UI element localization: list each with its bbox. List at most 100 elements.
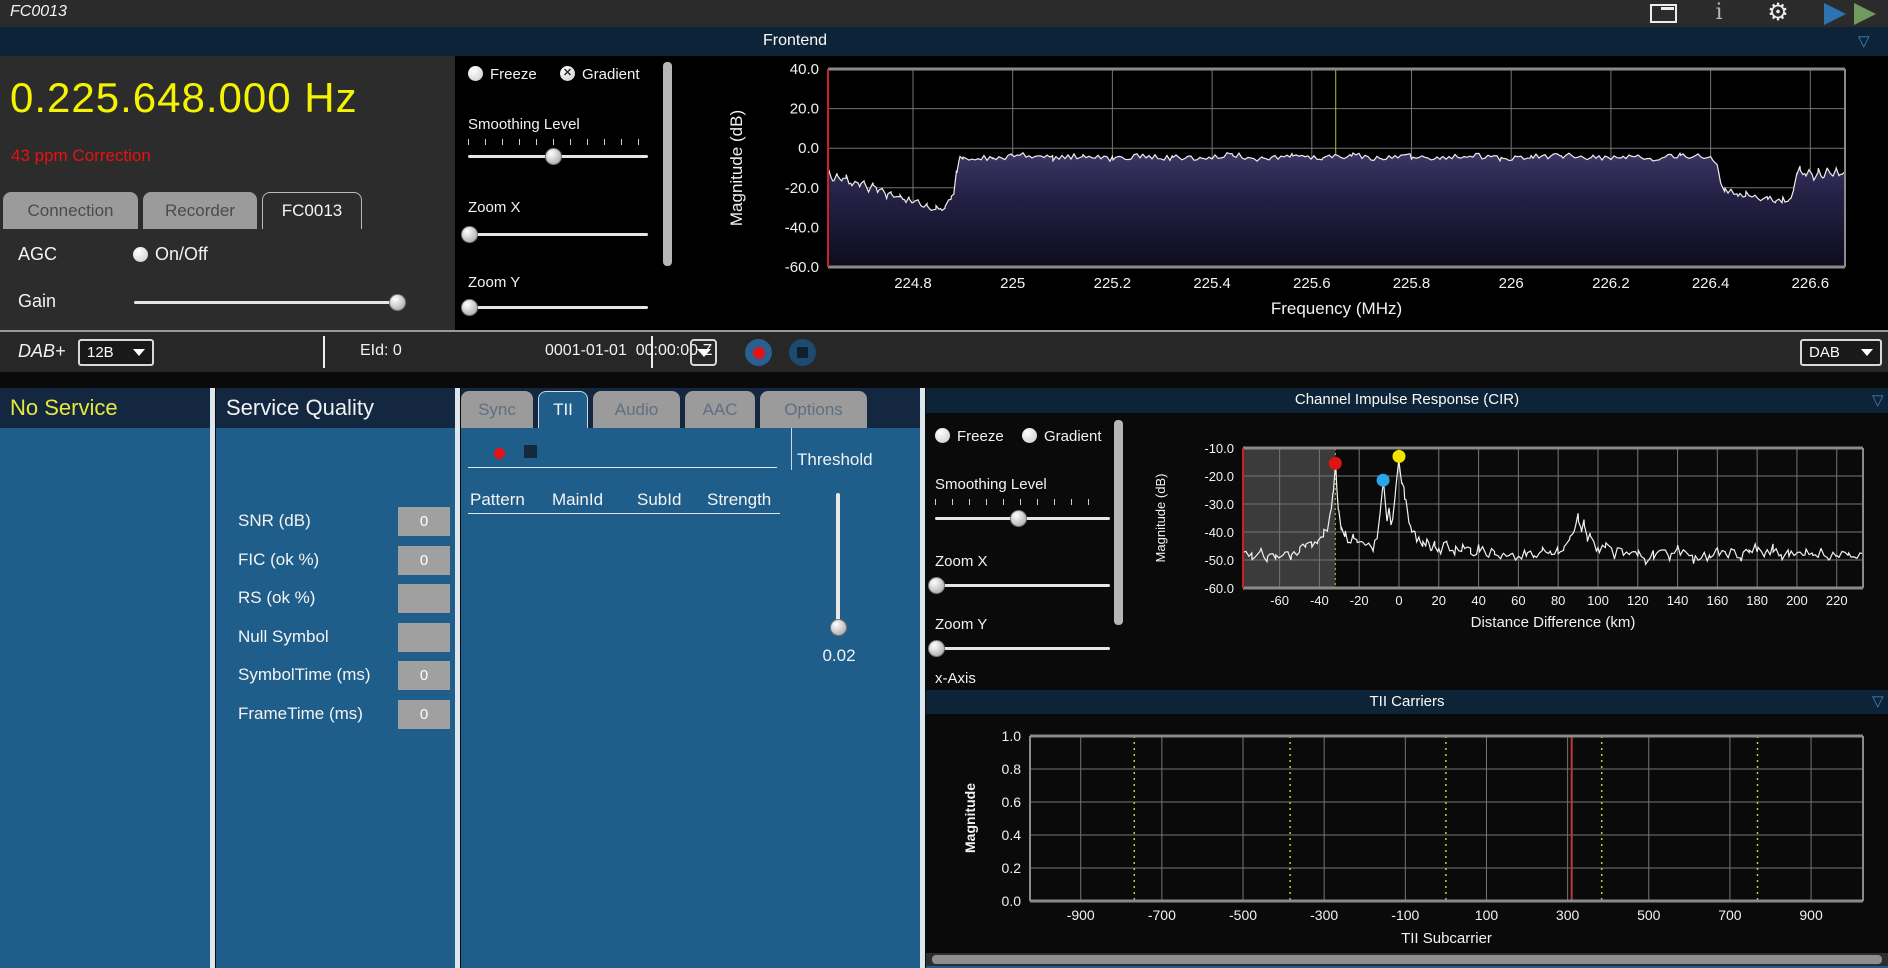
svg-text:-60: -60 — [1270, 593, 1289, 608]
ensemble-datetime: 0001-01-01 00:00:00 Z — [545, 342, 712, 360]
sq-value — [398, 584, 450, 613]
cir-controls-scrollbar[interactable] — [1114, 420, 1123, 625]
tab-audio[interactable]: Audio — [593, 391, 680, 428]
zoom-x-label: Zoom X — [468, 199, 521, 216]
cir-gradient-label: Gradient — [1044, 428, 1102, 445]
svg-text:300: 300 — [1556, 907, 1580, 923]
panel-divider — [920, 388, 925, 968]
settings-gear-icon[interactable]: ⚙ — [1764, 0, 1792, 27]
tab-fc0013[interactable]: FC0013 — [262, 192, 362, 229]
record-button[interactable] — [745, 339, 772, 366]
cir-gradient-radio[interactable] — [1022, 428, 1037, 443]
standard-value: DAB — [1809, 344, 1840, 361]
tii-carriers-plot: 1.00.80.60.40.20.0-900-700-500-300-10010… — [926, 714, 1888, 953]
svg-text:Magnitude: Magnitude — [962, 783, 978, 853]
cir-zoom-y-slider-handle[interactable] — [928, 640, 945, 657]
svg-text:225.2: 225.2 — [1094, 275, 1132, 292]
zoom-y-slider[interactable] — [468, 306, 648, 309]
tuner-info-panel: 0.225.648.000 Hz 43 ppm Correction Conne… — [0, 56, 455, 332]
svg-text:20: 20 — [1432, 593, 1446, 608]
recorder-dropdown-button[interactable] — [690, 339, 717, 366]
svg-text:-20.0: -20.0 — [1204, 469, 1234, 484]
window-title: FC0013 — [10, 3, 67, 21]
sq-value: 0 — [398, 507, 450, 536]
threshold-slider-handle[interactable] — [830, 619, 847, 636]
tab-aac[interactable]: AAC — [685, 391, 755, 428]
sq-row-fic: FIC (ok %) 0 — [238, 545, 450, 575]
sq-label: RS (ok %) — [238, 588, 315, 608]
sq-row-rs: RS (ok %) — [238, 583, 450, 613]
spectrum-freeze-label: Freeze — [490, 66, 537, 83]
sq-value — [398, 623, 450, 652]
tab-sync[interactable]: Sync — [461, 391, 533, 428]
spectrum-freeze-radio[interactable] — [468, 66, 483, 81]
divider — [791, 428, 792, 470]
sq-value: 0 — [398, 546, 450, 575]
zoom-x-slider[interactable] — [468, 233, 648, 236]
svg-text:-40: -40 — [1310, 593, 1329, 608]
svg-text:-40.0: -40.0 — [1204, 525, 1234, 540]
agc-radio[interactable] — [133, 247, 148, 262]
spectrum-gradient-radio[interactable]: ✕ — [560, 66, 575, 81]
threshold-value: 0.02 — [813, 646, 865, 666]
hscrollbar-track[interactable] — [926, 953, 1888, 966]
svg-text:226.2: 226.2 — [1592, 275, 1630, 292]
gain-slider[interactable] — [134, 301, 402, 304]
sq-label: SNR (dB) — [238, 511, 311, 531]
frontend-collapse-icon[interactable]: ▽ — [1858, 34, 1870, 49]
sq-row-symboltime: SymbolTime (ms) 0 — [238, 660, 450, 690]
svg-text:225.8: 225.8 — [1393, 275, 1431, 292]
svg-text:60: 60 — [1511, 593, 1525, 608]
channel-select[interactable]: 12B — [78, 339, 154, 366]
svg-text:Frequency (MHz): Frequency (MHz) — [1271, 299, 1402, 318]
titlebar: FC0013 i ⚙ — [0, 0, 1888, 27]
divider — [468, 467, 777, 468]
spectrum-plot: 40.020.00.0-20.0-40.0-60.0224.8225225.22… — [680, 56, 1888, 332]
ppm-correction: 43 ppm Correction — [11, 146, 151, 166]
svg-text:Distance Difference (km): Distance Difference (km) — [1471, 614, 1636, 631]
cir-zoom-x-slider[interactable] — [935, 584, 1110, 587]
info-icon[interactable]: i — [1709, 0, 1729, 26]
tuned-frequency: 0.225.648.000 Hz — [10, 74, 358, 122]
tab-options[interactable]: Options — [760, 391, 867, 428]
sq-label: FrameTime (ms) — [238, 704, 363, 724]
spectrum-gradient-label: Gradient — [582, 66, 640, 83]
cir-collapse-icon[interactable]: ▽ — [1872, 393, 1884, 408]
stop-icon — [797, 347, 808, 358]
svg-text:160: 160 — [1707, 593, 1729, 608]
controls-scrollbar[interactable] — [663, 62, 672, 266]
col-mainid: MainId — [552, 490, 603, 510]
service-list-header: No Service — [0, 388, 210, 428]
play-all-icon[interactable] — [1854, 3, 1876, 25]
cir-x-axis-label: x-Axis — [935, 670, 976, 687]
tab-connection[interactable]: Connection — [3, 192, 138, 229]
stop-button[interactable] — [789, 339, 816, 366]
cir-zoom-y-label: Zoom Y — [935, 616, 987, 633]
sq-value: 0 — [398, 700, 450, 729]
svg-text:700: 700 — [1718, 907, 1742, 923]
cir-smoothing-slider-handle[interactable] — [1010, 510, 1027, 527]
tii-carriers-collapse-icon[interactable]: ▽ — [1872, 694, 1884, 709]
smoothing-slider-handle[interactable] — [545, 148, 562, 165]
play-icon[interactable] — [1824, 3, 1846, 25]
hscrollbar-thumb[interactable] — [932, 955, 1882, 964]
tab-tii[interactable]: TII — [538, 391, 588, 428]
cir-controls-panel: Freeze Gradient Smoothing Level Zoom X Z… — [926, 413, 1126, 690]
service-list-panel[interactable] — [0, 428, 210, 968]
application-window: FC0013 i ⚙ Frontend ▽ 0.225.648.000 Hz 4… — [0, 0, 1888, 968]
zoom-y-slider-handle[interactable] — [461, 299, 478, 316]
channel-value: 12B — [87, 344, 114, 361]
svg-text:0.8: 0.8 — [1002, 761, 1022, 777]
svg-text:100: 100 — [1475, 907, 1499, 923]
cir-freeze-radio[interactable] — [935, 428, 950, 443]
threshold-slider[interactable] — [836, 493, 840, 632]
window-icon[interactable] — [1650, 4, 1677, 23]
zoom-x-slider-handle[interactable] — [461, 226, 478, 243]
gain-slider-handle[interactable] — [389, 294, 406, 311]
cir-zoom-y-slider[interactable] — [935, 647, 1110, 650]
standard-select[interactable]: DAB — [1800, 339, 1882, 366]
svg-text:-100: -100 — [1391, 907, 1419, 923]
table-header-underline — [468, 513, 780, 514]
cir-zoom-x-slider-handle[interactable] — [928, 577, 945, 594]
tab-recorder[interactable]: Recorder — [143, 192, 257, 229]
